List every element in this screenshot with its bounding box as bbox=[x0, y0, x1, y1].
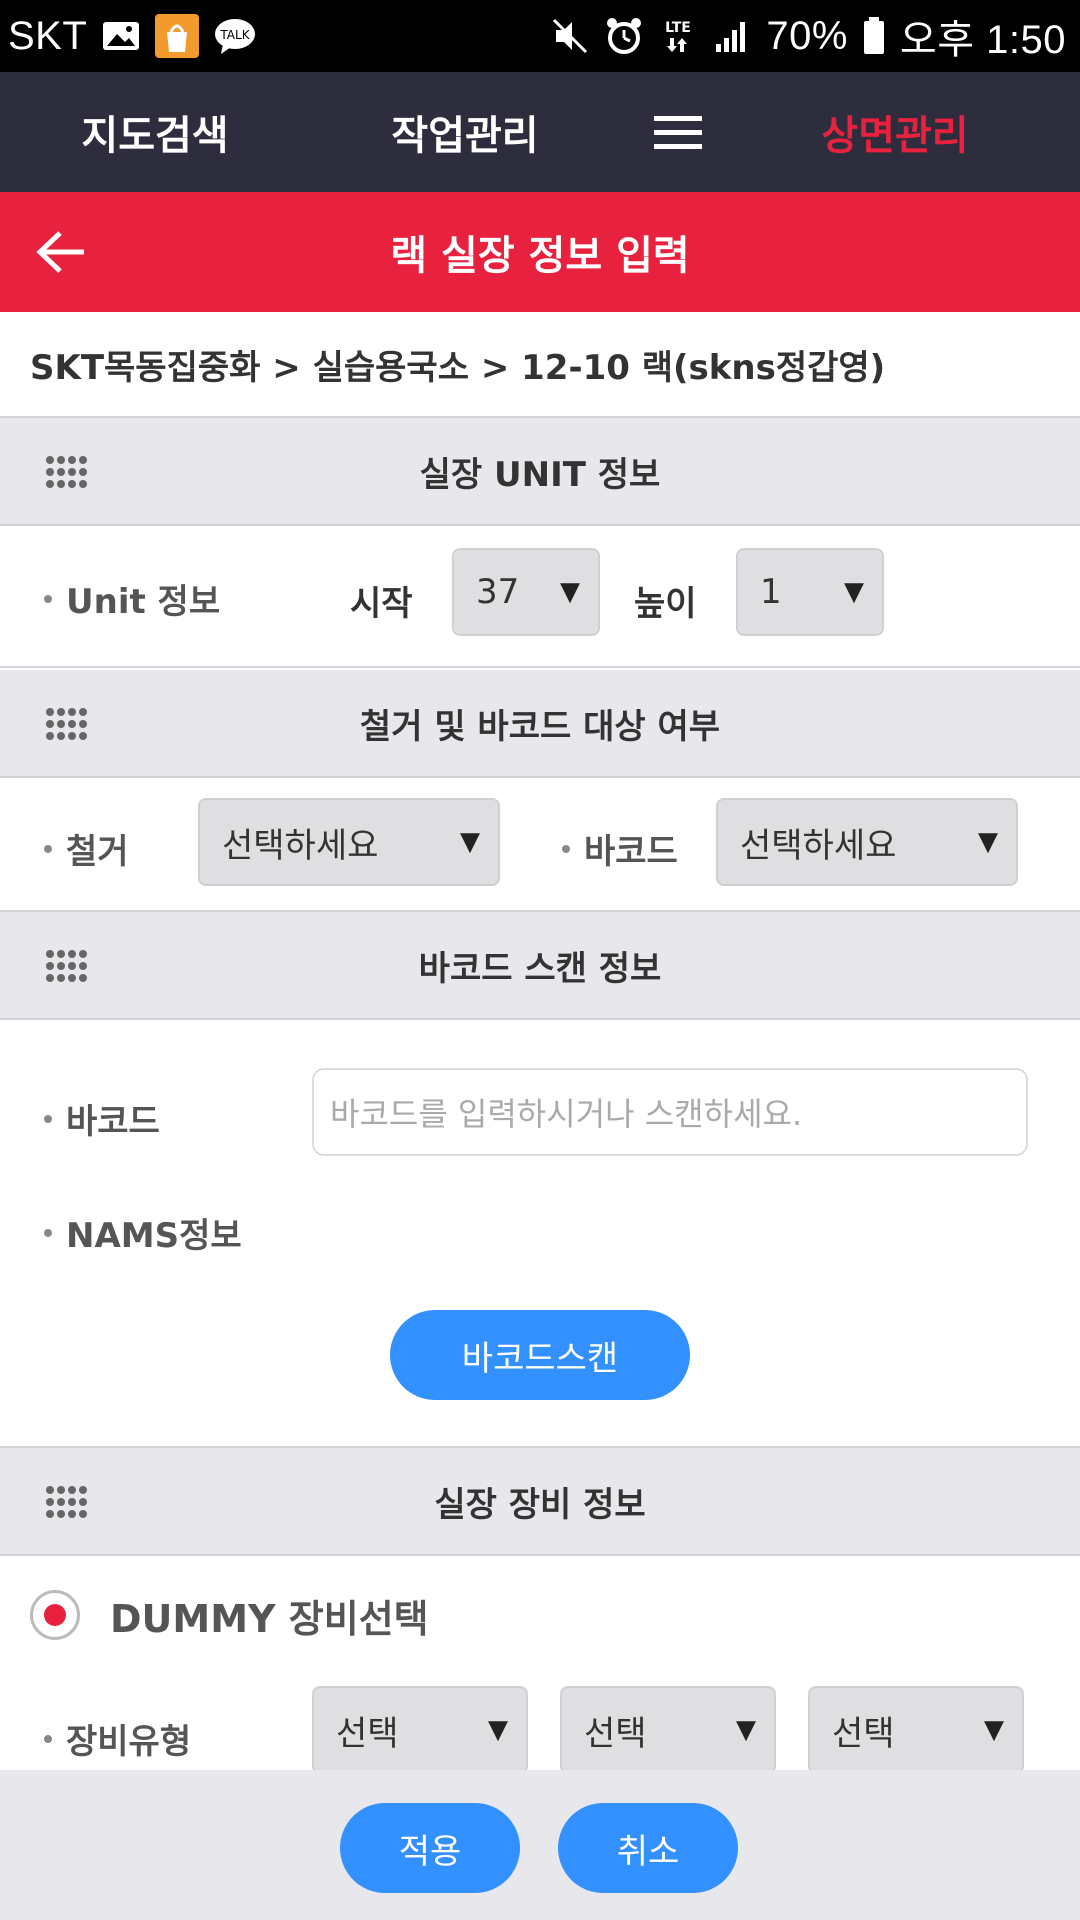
section-header-removal: 철거 및 바코드 대상 여부 bbox=[0, 670, 1080, 778]
nav-map-search[interactable]: 지도검색 bbox=[40, 72, 270, 192]
gallery-icon bbox=[101, 18, 141, 54]
cancel-button[interactable]: 취소 bbox=[558, 1803, 738, 1893]
nams-info-label: NAMS정보 bbox=[44, 1208, 242, 1257]
talk-icon: TALK bbox=[213, 16, 257, 56]
grid-dots-icon bbox=[46, 950, 87, 982]
lte-icon: LTE bbox=[658, 16, 698, 56]
dropdown-arrow-icon: ▼ bbox=[488, 1715, 508, 1745]
breadcrumb: SKT목동집중화 > 실습용국소 > 12-10 랙(skns정갑영) bbox=[0, 312, 1080, 418]
unit-info-label: Unit 정보 bbox=[44, 574, 220, 623]
removal-row: 철거 선택하세요 ▼ 바코드 선택하세요 ▼ bbox=[0, 780, 1080, 912]
title-bar: 랙 실장 정보 입력 bbox=[0, 192, 1080, 312]
barcode-label: 바코드 bbox=[44, 1094, 160, 1143]
section-title: 바코드 스캔 정보 bbox=[418, 948, 662, 989]
dropdown-arrow-icon: ▼ bbox=[560, 577, 580, 607]
mute-icon bbox=[550, 16, 590, 56]
grid-dots-icon bbox=[46, 1486, 87, 1518]
unit-start-select[interactable]: 37 ▼ bbox=[452, 548, 600, 636]
section-header-unit: 실장 UNIT 정보 bbox=[0, 418, 1080, 526]
svg-text:LTE: LTE bbox=[666, 20, 692, 36]
dummy-equipment-radio[interactable] bbox=[30, 1590, 80, 1640]
signal-icon bbox=[712, 16, 752, 56]
nav-work-management[interactable]: 작업관리 bbox=[350, 72, 580, 192]
back-arrow-icon[interactable] bbox=[28, 218, 96, 286]
section-title: 실장 장비 정보 bbox=[434, 1484, 646, 1525]
svg-text:TALK: TALK bbox=[220, 28, 251, 42]
footer-bar: 적용 취소 bbox=[0, 1770, 1080, 1920]
removal-select[interactable]: 선택하세요 ▼ bbox=[198, 798, 500, 886]
status-bar: SKT TALK LTE 70% 오후 1:50 bbox=[0, 0, 1080, 72]
dropdown-arrow-icon: ▼ bbox=[984, 1715, 1004, 1745]
unit-row: Unit 정보 시작 37 ▼ 높이 1 ▼ bbox=[0, 528, 1080, 668]
dropdown-arrow-icon: ▼ bbox=[736, 1715, 756, 1745]
radio-selected-dot bbox=[44, 1604, 66, 1626]
removal-label: 철거 bbox=[44, 824, 129, 873]
dropdown-arrow-icon: ▼ bbox=[460, 827, 480, 857]
dropdown-arrow-icon: ▼ bbox=[978, 827, 998, 857]
dummy-equipment-label: DUMMY 장비선택 bbox=[110, 1597, 429, 1641]
section-header-scan: 바코드 스캔 정보 bbox=[0, 912, 1080, 1020]
barcode-input[interactable]: 바코드를 입력하시거나 스캔하세요. bbox=[312, 1068, 1028, 1156]
shopping-bag-icon bbox=[155, 14, 200, 58]
equipment-type-select-1[interactable]: 선택 ▼ bbox=[312, 1686, 528, 1774]
apply-button[interactable]: 적용 bbox=[340, 1803, 520, 1893]
battery-icon bbox=[862, 16, 886, 56]
unit-height-select[interactable]: 1 ▼ bbox=[736, 548, 884, 636]
top-nav: 지도검색 작업관리 상면관리 bbox=[0, 72, 1080, 192]
dropdown-arrow-icon: ▼ bbox=[844, 577, 864, 607]
clock: 오후 1:50 bbox=[899, 18, 1066, 62]
equipment-type-select-2[interactable]: 선택 ▼ bbox=[560, 1686, 776, 1774]
grid-dots-icon bbox=[46, 708, 87, 740]
carrier-label: SKT bbox=[8, 13, 88, 58]
barcode-target-select[interactable]: 선택하세요 ▼ bbox=[716, 798, 1018, 886]
grid-dots-icon bbox=[46, 456, 87, 488]
barcode-target-label: 바코드 bbox=[562, 824, 678, 873]
section-header-equipment: 실장 장비 정보 bbox=[0, 1448, 1080, 1556]
equipment-type-label: 장비유형 bbox=[44, 1714, 191, 1763]
barcode-scan-button[interactable]: 바코드스캔 bbox=[390, 1310, 690, 1400]
nav-floor-management[interactable]: 상면관리 bbox=[780, 72, 1010, 192]
equipment-type-select-3[interactable]: 선택 ▼ bbox=[808, 1686, 1024, 1774]
battery-percent: 70% bbox=[766, 13, 848, 58]
section-title: 실장 UNIT 정보 bbox=[419, 454, 661, 495]
height-label: 높이 bbox=[634, 584, 697, 624]
section-title: 철거 및 바코드 대상 여부 bbox=[359, 706, 721, 747]
page-title: 랙 실장 정보 입력 bbox=[390, 233, 690, 279]
hamburger-menu-icon[interactable] bbox=[618, 72, 738, 192]
alarm-icon bbox=[604, 16, 644, 56]
start-label: 시작 bbox=[350, 584, 413, 624]
